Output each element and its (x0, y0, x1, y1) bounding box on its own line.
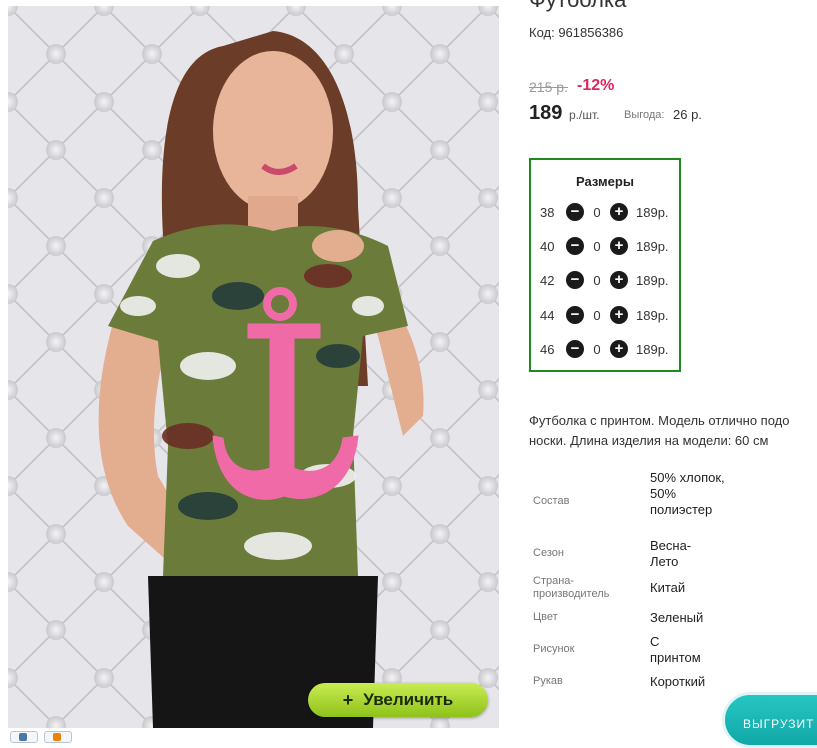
size-row: 46 − 0 + 189р. (540, 339, 669, 359)
size-row: 40 − 0 + 189р. (540, 236, 669, 256)
size-quantity[interactable]: 0 (584, 308, 610, 323)
old-price: 215 р. (529, 79, 568, 95)
plus-circle-icon[interactable]: + (610, 203, 628, 221)
attr-label-composition: Состав (533, 495, 570, 507)
attr-value-country: Китай (650, 580, 686, 595)
discount-badge: -12% (577, 77, 615, 94)
minus-circle-icon[interactable]: − (566, 340, 584, 358)
product-description: Футболка с принтом. Модель отлично подо … (529, 411, 817, 451)
attr-value-sleeve: Короткий (650, 674, 706, 689)
plus-circle-icon[interactable]: + (610, 340, 628, 358)
size-row: 42 − 0 + 189р. (540, 270, 669, 290)
plus-circle-icon[interactable]: + (610, 237, 628, 255)
size-quantity[interactable]: 0 (584, 273, 610, 288)
minus-circle-icon[interactable]: − (566, 237, 584, 255)
size-value: 44 (540, 307, 555, 323)
size-value: 38 (540, 204, 555, 220)
share-button-ok[interactable] (44, 731, 72, 743)
size-quantity[interactable]: 0 (584, 239, 610, 254)
size-row: 44 − 0 + 189р. (540, 305, 669, 325)
zoom-button[interactable]: + Увеличить (308, 683, 488, 717)
description-line: носки. Длина изделия на модели: 60 см (529, 433, 769, 448)
attr-value-color: Зеленый (650, 610, 704, 625)
size-price: 189р. (636, 238, 669, 254)
plus-circle-icon[interactable]: + (610, 271, 628, 289)
attr-label-season: Сезон (533, 547, 564, 559)
attr-label-sleeve: Рукав (533, 675, 563, 687)
size-price: 189р. (636, 204, 669, 220)
size-value: 46 (540, 341, 555, 357)
size-quantity[interactable]: 0 (584, 205, 610, 220)
plus-icon: + (342, 689, 354, 710)
sizes-title: Размеры (576, 174, 634, 189)
minus-circle-icon[interactable]: − (566, 203, 584, 221)
export-button[interactable]: ВЫГРУЗИТ (722, 692, 817, 748)
savings-value: 26 р. (673, 107, 702, 122)
attr-label-country: Страна-производитель (533, 575, 610, 600)
attr-label-color: Цвет (533, 611, 558, 623)
attr-value-season: Весна-Лето (650, 538, 692, 569)
product-code: Код: 961856386 (529, 25, 624, 40)
size-value: 42 (540, 272, 555, 288)
current-price: 189 (529, 102, 563, 124)
price-unit: р./шт. (569, 108, 600, 122)
minus-circle-icon[interactable]: − (566, 306, 584, 324)
zoom-button-label: Увеличить (363, 690, 454, 709)
attr-value-pattern: С принтом (650, 634, 701, 665)
savings-label: Выгода: (624, 109, 665, 121)
attr-label-pattern: Рисунок (533, 643, 575, 655)
attr-value-composition: 50% хлопок, 50% полиэстер (650, 470, 725, 517)
social-share-icon (53, 733, 61, 741)
product-photo[interactable] (8, 6, 499, 728)
sizes-panel: Размеры 38 − 0 + 189р. 40 − 0 + 189р. 42… (529, 158, 681, 372)
share-button-vk[interactable] (10, 731, 38, 743)
description-line: Футболка с принтом. Модель отлично подо (529, 413, 790, 428)
size-price: 189р. (636, 341, 669, 357)
size-row: 38 − 0 + 189р. (540, 202, 669, 222)
size-price: 189р. (636, 307, 669, 323)
plus-circle-icon[interactable]: + (610, 306, 628, 324)
size-value: 40 (540, 238, 555, 254)
export-button-label: ВЫГРУЗИТ (743, 717, 815, 731)
social-share-icon (19, 733, 27, 741)
size-price: 189р. (636, 272, 669, 288)
size-quantity[interactable]: 0 (584, 342, 610, 357)
minus-circle-icon[interactable]: − (566, 271, 584, 289)
product-title: Футболка (529, 0, 626, 13)
